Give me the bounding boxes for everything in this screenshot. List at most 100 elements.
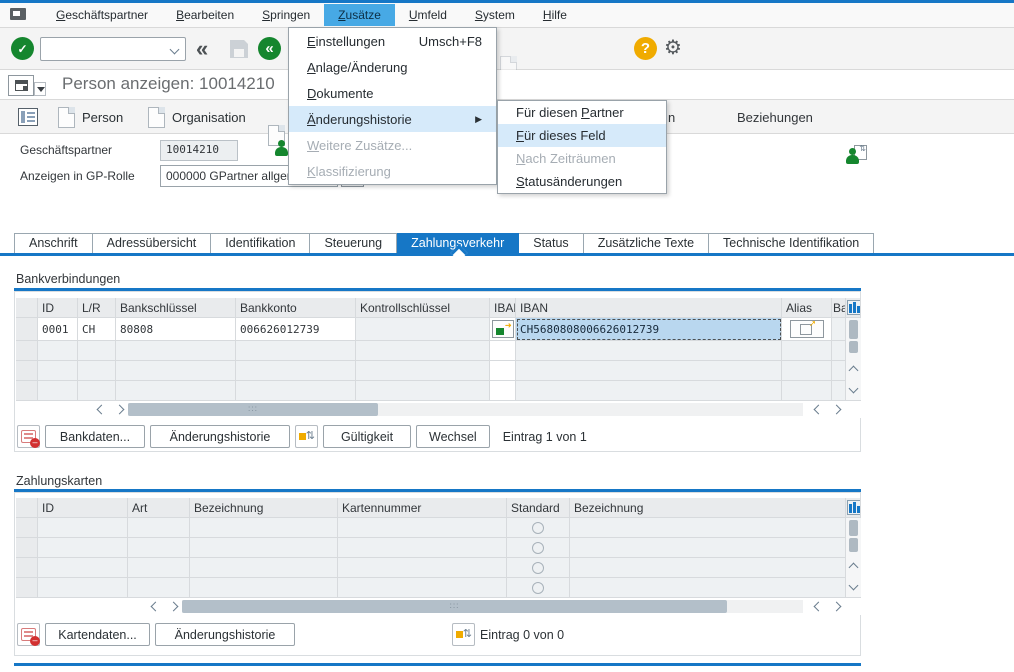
submenuitem-fuer-dieses-feld[interactable]: Für dieses Feld	[498, 124, 666, 147]
organisation-button[interactable]: Organisation	[148, 107, 246, 128]
scroll-left-icon[interactable]	[92, 402, 110, 417]
menu-springen[interactable]: Springen	[248, 4, 324, 26]
scroll-left-icon[interactable]	[146, 599, 164, 614]
tab-steuerung[interactable]: Steuerung	[310, 233, 397, 254]
command-field[interactable]	[40, 37, 186, 61]
bank-cell-bankschluessel[interactable]: 80808	[116, 318, 236, 341]
enter-button[interactable]: ✓	[11, 37, 34, 60]
bank-col-kontrollschluessel[interactable]: Kontrollschlüssel	[356, 298, 490, 318]
worklist-icon[interactable]	[18, 108, 38, 126]
cards-row-selector[interactable]	[16, 538, 38, 558]
submenuitem-fuer-diesen-partner[interactable]: Für diesen Partner	[498, 101, 666, 124]
cards-col-bezeichnung[interactable]: Bezeichnung	[190, 498, 338, 518]
scroll-right-icon[interactable]	[827, 599, 845, 614]
tab-technische-identifikation[interactable]: Technische Identifikation	[709, 233, 874, 254]
cards-vscrollbar-up[interactable]	[846, 558, 861, 578]
cards-aenderungshistorie-button[interactable]: Änderungshistorie	[155, 623, 295, 646]
bank-col-alias[interactable]: Alias	[782, 298, 832, 318]
clipped-button-label[interactable]: n	[668, 110, 675, 125]
bank-aenderungshistorie-button[interactable]: Änderungshistorie	[150, 425, 290, 448]
bank-col-bankkonto[interactable]: Bankkonto	[236, 298, 356, 318]
menu-bearbeiten[interactable]: Bearbeiten	[162, 4, 248, 26]
sort-icon[interactable]	[295, 425, 318, 448]
table-settings-icon[interactable]	[847, 500, 861, 515]
beziehungen-button[interactable]: Beziehungen	[737, 110, 813, 125]
exit-button[interactable]: «	[258, 37, 281, 60]
cards-col-kartennummer[interactable]: Kartennummer	[338, 498, 507, 518]
bank-cell-bankkonto[interactable]: 006626012739	[236, 318, 356, 341]
delete-row-icon[interactable]	[17, 623, 40, 646]
tab-adressuebersicht[interactable]: Adressübersicht	[93, 233, 212, 254]
cards-row-selector[interactable]	[16, 558, 38, 578]
standard-radio[interactable]	[532, 542, 544, 554]
cards-col-art[interactable]: Art	[128, 498, 190, 518]
menuitem-aenderungshistorie[interactable]: Änderungshistorie ▶	[289, 106, 496, 132]
menu-zusaetze[interactable]: Zusätze	[324, 4, 395, 26]
tab-status[interactable]: Status	[519, 233, 583, 254]
chevron-down-icon[interactable]	[170, 44, 180, 54]
services-dropdown-icon[interactable]	[34, 82, 46, 96]
alias-button[interactable]	[790, 320, 824, 338]
bank-hscrollbar[interactable]: ∶∶∶	[16, 401, 861, 418]
cards-vscrollbar-top[interactable]	[846, 518, 861, 538]
bank-col-iban-btn[interactable]: IBAN	[490, 298, 516, 318]
bank-col-iban[interactable]: IBAN	[516, 298, 782, 318]
sap-screen-icon[interactable]	[10, 8, 30, 22]
bank-col-bankschluessel[interactable]: Bankschlüssel	[116, 298, 236, 318]
bank-row-selector[interactable]	[16, 341, 38, 361]
menu-hilfe[interactable]: Hilfe	[529, 4, 581, 26]
bank-vscrollbar-mid[interactable]	[846, 341, 861, 361]
bank-vscrollbar-top[interactable]	[846, 318, 861, 341]
delete-row-icon[interactable]	[17, 425, 40, 448]
scroll-left-icon[interactable]	[809, 402, 827, 417]
cards-hscrollbar[interactable]: ∶∶∶	[16, 598, 861, 615]
table-settings-icon[interactable]	[847, 300, 861, 315]
bank-row-selector[interactable]	[16, 381, 38, 401]
scroll-left-icon[interactable]	[809, 599, 827, 614]
help-icon[interactable]: ?	[634, 37, 657, 60]
bank-col-id[interactable]: ID	[38, 298, 78, 318]
bank-col-lr[interactable]: L/R	[78, 298, 116, 318]
menuitem-anlage-aenderung[interactable]: Anlage/Änderung	[289, 54, 496, 80]
scroll-right-icon[interactable]	[110, 402, 128, 417]
scroll-right-icon[interactable]	[164, 599, 182, 614]
bank-cell-iban-selected[interactable]: CH5680808006626012739	[516, 318, 782, 341]
bankdaten-button[interactable]: Bankdaten...	[45, 425, 145, 448]
standard-radio[interactable]	[532, 582, 544, 594]
wechsel-button[interactable]: Wechsel	[416, 425, 490, 448]
tab-zusaetzliche-texte[interactable]: Zusätzliche Texte	[584, 233, 709, 254]
bank-col-bank-clipped[interactable]: Bank	[832, 298, 846, 318]
person-button[interactable]: Person	[58, 107, 123, 128]
cards-col-id[interactable]: ID	[38, 498, 128, 518]
cards-vscrollbar-down[interactable]	[846, 578, 861, 598]
bank-row-selector[interactable]	[16, 318, 38, 341]
submenuitem-statusaenderungen[interactable]: Statusänderungen	[498, 170, 666, 193]
menuitem-einstellungen[interactable]: Einstellungen Umsch+F8	[289, 28, 496, 54]
bank-vscrollbar[interactable]	[846, 361, 861, 381]
menu-system[interactable]: System	[461, 4, 529, 26]
services-for-object-icon[interactable]	[8, 75, 34, 96]
gueltigkeit-button[interactable]: Gültigkeit	[323, 425, 411, 448]
kartendaten-button[interactable]: Kartendaten...	[45, 623, 150, 646]
back-button[interactable]: «	[196, 38, 208, 60]
sort-icon[interactable]	[452, 623, 475, 646]
bank-cell-lr[interactable]: CH	[78, 318, 116, 341]
scroll-right-icon[interactable]	[827, 402, 845, 417]
tab-identifikation[interactable]: Identifikation	[211, 233, 310, 254]
customize-icon[interactable]: ⚙	[664, 38, 682, 58]
standard-radio[interactable]	[532, 522, 544, 534]
iban-detail-button[interactable]	[492, 320, 514, 338]
bank-row-selector[interactable]	[16, 361, 38, 381]
cards-row-selector[interactable]	[16, 578, 38, 598]
cards-select-all-cell[interactable]	[16, 498, 38, 518]
standard-radio[interactable]	[532, 562, 544, 574]
cards-vscrollbar-mid[interactable]	[846, 538, 861, 558]
cards-col-bezeichnung2[interactable]: Bezeichnung	[570, 498, 846, 518]
bank-cell-id[interactable]: 0001	[38, 318, 78, 341]
gp-number-field[interactable]: 10014210	[160, 140, 238, 161]
bank-vscrollbar-down[interactable]	[846, 381, 861, 401]
menu-geschaeftspartner[interactable]: Geschäftspartner	[42, 4, 162, 26]
menu-umfeld[interactable]: Umfeld	[395, 4, 461, 26]
bank-cell-kontrollschluessel[interactable]	[356, 318, 490, 341]
menuitem-dokumente[interactable]: Dokumente	[289, 80, 496, 106]
